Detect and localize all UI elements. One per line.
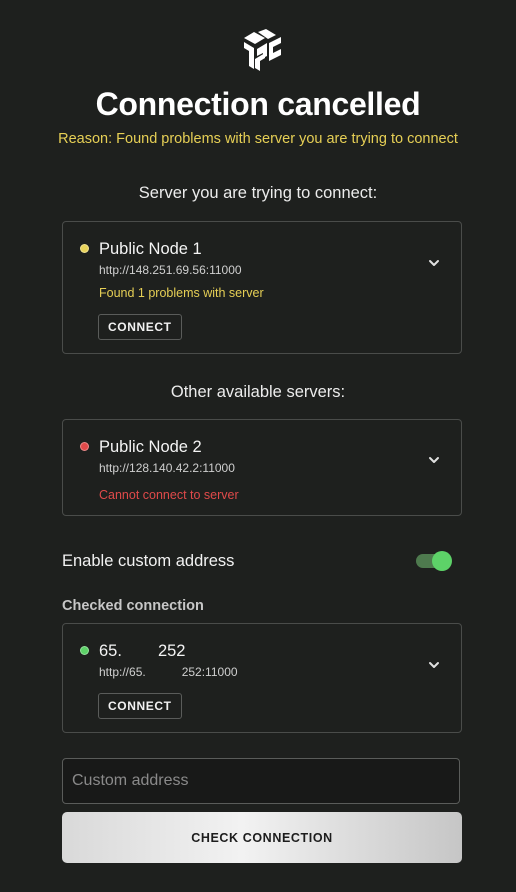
connect-button[interactable]: CONNECT [98, 693, 182, 719]
chevron-down-icon[interactable] [428, 456, 440, 464]
check-connection-button[interactable]: CHECK CONNECTION [62, 812, 462, 863]
chevron-down-icon[interactable] [428, 661, 440, 669]
custom-address-toggle[interactable] [416, 551, 452, 571]
toggle-knob [432, 551, 452, 571]
server-name: Public Node 2 [99, 438, 202, 456]
server-card[interactable]: Public Node 2 http://128.140.42.2:11000 … [62, 419, 462, 516]
server-status: Cannot connect to server [99, 488, 239, 502]
status-dot-warning [80, 244, 89, 253]
server-url: http://148.251.69.56:11000 [99, 263, 242, 277]
server-name: Public Node 1 [99, 240, 202, 258]
chevron-down-icon[interactable] [428, 259, 440, 267]
connection-screen: Connection cancelled Reason: Found probl… [0, 0, 516, 892]
server-name-part: 65. [99, 642, 122, 660]
cancel-reason: Reason: Found problems with server you a… [58, 131, 458, 147]
status-dot-ok [80, 646, 89, 655]
status-dot-error [80, 442, 89, 451]
server-url-part: http://65. [99, 665, 146, 679]
current-server-heading: Server you are trying to connect: [138, 184, 378, 202]
server-name: 65. 252 [99, 642, 185, 661]
connect-button[interactable]: CONNECT [98, 314, 182, 340]
current-server-card[interactable]: Public Node 1 http://148.251.69.56:11000… [62, 221, 462, 354]
checked-connection-label: Checked connection [62, 598, 204, 614]
server-url: http://65. 252:11000 [99, 665, 238, 679]
custom-address-toggle-label: Enable custom address [62, 552, 235, 570]
other-servers-heading: Other available servers: [170, 383, 346, 401]
app-logo-icon [244, 29, 281, 71]
custom-address-input[interactable] [62, 758, 460, 804]
page-title: Connection cancelled [95, 86, 421, 122]
server-status: Found 1 problems with server [99, 286, 264, 300]
server-name-part: 252 [157, 642, 186, 660]
server-url-part: 252:11000 [181, 665, 238, 679]
server-url: http://128.140.42.2:11000 [99, 461, 235, 475]
checked-server-card[interactable]: 65. 252 http://65. 252:11000 CONNECT [62, 623, 462, 733]
